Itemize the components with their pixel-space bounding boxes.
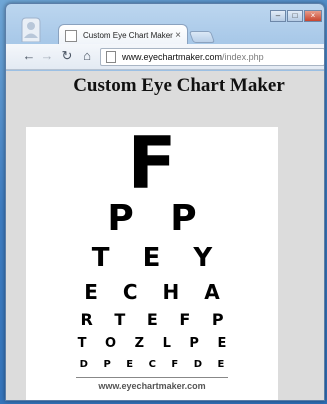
minimize-button[interactable]: –	[270, 10, 286, 22]
reload-icon[interactable]: ↻	[60, 49, 74, 63]
page-icon	[106, 51, 116, 63]
address-bar[interactable]: www.eyechartmaker.com/index.php	[100, 48, 324, 66]
forward-icon[interactable]: →	[40, 49, 54, 63]
desktop-background: Custom Eye Chart Maker × – □ × ← → ↻ ⌂ w…	[0, 0, 327, 404]
home-icon[interactable]: ⌂	[80, 49, 94, 63]
eye-chart: F P P T E Y E C H A R T E F P T O Z L P …	[26, 121, 278, 400]
profile-icon[interactable]	[20, 16, 42, 42]
chart-row-7: D P E C F D E	[79, 359, 231, 370]
page-title: Custom Eye Chart Maker	[73, 75, 285, 96]
close-window-button[interactable]: ×	[304, 10, 322, 22]
url-path: /index.php	[222, 52, 264, 62]
favicon-icon	[65, 29, 77, 42]
back-icon[interactable]: ←	[22, 49, 36, 63]
new-tab-button[interactable]	[188, 31, 216, 43]
url-text[interactable]: www.eyechartmaker.com/index.php	[122, 52, 264, 62]
maximize-button[interactable]: □	[287, 10, 303, 22]
chart-row-2: P P	[107, 198, 209, 239]
browser-toolbar: ← → ↻ ⌂ www.eyechartmaker.com/index.php	[6, 44, 324, 70]
chart-row-3: T E Y	[91, 243, 225, 273]
browser-window: Custom Eye Chart Maker × – □ × ← → ↻ ⌂ w…	[5, 3, 325, 401]
chart-footer-url: www.eyechartmaker.com	[98, 381, 206, 391]
browser-tab[interactable]: Custom Eye Chart Maker ×	[58, 24, 188, 46]
chart-divider	[76, 377, 228, 378]
chart-row-6: T O Z L P E	[77, 336, 234, 351]
chart-row-5: R T E F P	[80, 310, 232, 329]
tab-title: Custom Eye Chart Maker	[83, 31, 173, 40]
chart-row-1: F	[127, 121, 177, 205]
page-content: Custom Eye Chart Maker F P P T E Y E C H…	[6, 71, 324, 400]
window-controls: – □ ×	[269, 10, 322, 22]
title-bar: Custom Eye Chart Maker × – □ ×	[6, 4, 324, 46]
chart-row-4: E C H A	[84, 280, 229, 304]
url-host: www.eyechartmaker.com	[122, 52, 223, 62]
tab-close-icon[interactable]: ×	[175, 30, 181, 41]
